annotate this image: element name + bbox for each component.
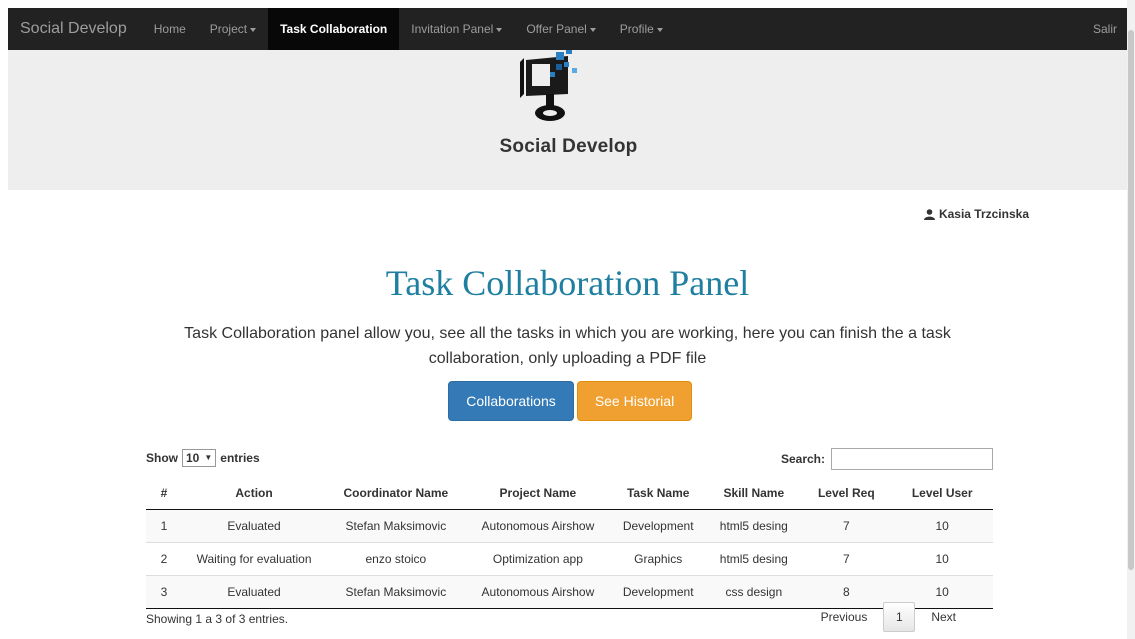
page-title: Task Collaboration Panel — [385, 263, 750, 303]
cell-project: Autonomous Airshow — [465, 509, 611, 543]
collaborations-table: # Action Coordinator Name Project Name T… — [146, 477, 993, 609]
cell-skill: css design — [706, 575, 802, 609]
cell-level-req: 7 — [801, 542, 892, 576]
pagination: Previous 1 Next — [809, 602, 968, 632]
cell-action: Evaluated — [182, 575, 327, 609]
cell-task: Development — [610, 509, 707, 543]
previous-page-button[interactable]: Previous — [809, 602, 880, 632]
user-name: Kasia Trzcinska — [938, 207, 1029, 221]
nav-invitation-panel[interactable]: Invitation Panel — [399, 8, 514, 50]
collaborations-button[interactable]: Collaborations — [448, 381, 574, 421]
cell-project: Autonomous Airshow — [465, 575, 611, 609]
logout-link[interactable]: Salir — [1093, 22, 1129, 36]
table-row: 1 Evaluated Stefan Maksimovic Autonomous… — [146, 509, 993, 543]
vertical-scrollbar[interactable] — [1127, 0, 1135, 639]
nav-task-collaboration-label: Task Collaboration — [280, 22, 388, 36]
nav-invitation-panel-label: Invitation Panel — [411, 22, 494, 36]
cell-coordinator: Stefan Maksimovic — [326, 575, 466, 609]
nav-profile-label: Profile — [619, 22, 654, 36]
see-historial-button[interactable]: See Historial — [577, 381, 692, 421]
nav-task-collaboration[interactable]: Task Collaboration — [268, 8, 400, 50]
browser-top-gap — [0, 0, 1135, 8]
entries-label: entries — [220, 451, 260, 465]
table-search: Search: — [781, 448, 993, 470]
page-1-button[interactable]: 1 — [883, 602, 916, 632]
navbar: Social Develop Home Project Task Collabo… — [8, 8, 1129, 50]
show-label: Show — [146, 451, 178, 465]
nav-offer-panel[interactable]: Offer Panel — [514, 8, 607, 50]
search-input[interactable] — [831, 448, 993, 470]
current-user[interactable]: Kasia Trzcinska — [923, 207, 1029, 221]
cell-level-user: 10 — [891, 509, 993, 543]
cell-project: Optimization app — [465, 542, 611, 576]
column-header-level-req[interactable]: Level Req — [801, 477, 892, 510]
column-header-action[interactable]: Action — [182, 477, 327, 510]
caret-down-icon — [589, 27, 596, 32]
nav-home-label: Home — [153, 22, 186, 36]
column-header-task[interactable]: Task Name — [610, 477, 707, 510]
table-row: 2 Waiting for evaluation enzo stoico Opt… — [146, 542, 993, 576]
scrollbar-thumb[interactable] — [1128, 30, 1134, 570]
column-header-project[interactable]: Project Name — [465, 477, 611, 510]
cell-task: Graphics — [610, 542, 707, 576]
page-description: Task Collaboration panel allow you, see … — [184, 325, 951, 367]
cell-level-req: 7 — [801, 509, 892, 543]
nav-home[interactable]: Home — [142, 8, 198, 50]
header-banner: Social Develop — [8, 50, 1129, 190]
column-header-number[interactable]: # — [146, 477, 183, 510]
cell-coordinator: Stefan Maksimovic — [326, 509, 466, 543]
cell-action: Evaluated — [182, 509, 327, 543]
user-icon — [923, 208, 935, 220]
entries-length-control: Show 10 ▼ entries — [146, 449, 260, 467]
table-header-row: # Action Coordinator Name Project Name T… — [146, 477, 993, 510]
nav-project[interactable]: Project — [198, 8, 268, 50]
dropdown-arrow-icon: ▼ — [204, 453, 213, 462]
search-label: Search: — [780, 452, 825, 466]
cell-number: 1 — [146, 509, 183, 543]
monitor-logo-icon — [520, 50, 577, 121]
cell-number: 2 — [146, 542, 183, 576]
cell-action: Waiting for evaluation — [182, 542, 327, 576]
entries-select[interactable]: 10 ▼ — [182, 449, 217, 467]
column-header-level-user[interactable]: Level User — [891, 477, 993, 510]
cell-task: Development — [610, 575, 707, 609]
cell-coordinator: enzo stoico — [326, 542, 466, 576]
nav-profile[interactable]: Profile — [608, 8, 675, 50]
caret-down-icon — [496, 27, 503, 32]
column-header-coordinator[interactable]: Coordinator Name — [326, 477, 466, 510]
cell-level-user: 10 — [891, 542, 993, 576]
nav-offer-panel-label: Offer Panel — [526, 22, 587, 36]
logo-text: Social Develop — [499, 136, 638, 157]
column-header-skill[interactable]: Skill Name — [706, 477, 802, 510]
entries-select-value: 10 — [186, 451, 200, 465]
navbar-brand[interactable]: Social Develop — [8, 8, 142, 50]
caret-down-icon — [656, 27, 663, 32]
cell-skill: html5 desing — [706, 542, 802, 576]
table-info: Showing 1 a 3 of 3 entries. — [146, 612, 289, 626]
cell-skill: html5 desing — [706, 509, 802, 543]
caret-down-icon — [250, 27, 257, 32]
nav-project-label: Project — [209, 22, 248, 36]
next-page-button[interactable]: Next — [919, 602, 968, 632]
cell-number: 3 — [146, 575, 183, 609]
